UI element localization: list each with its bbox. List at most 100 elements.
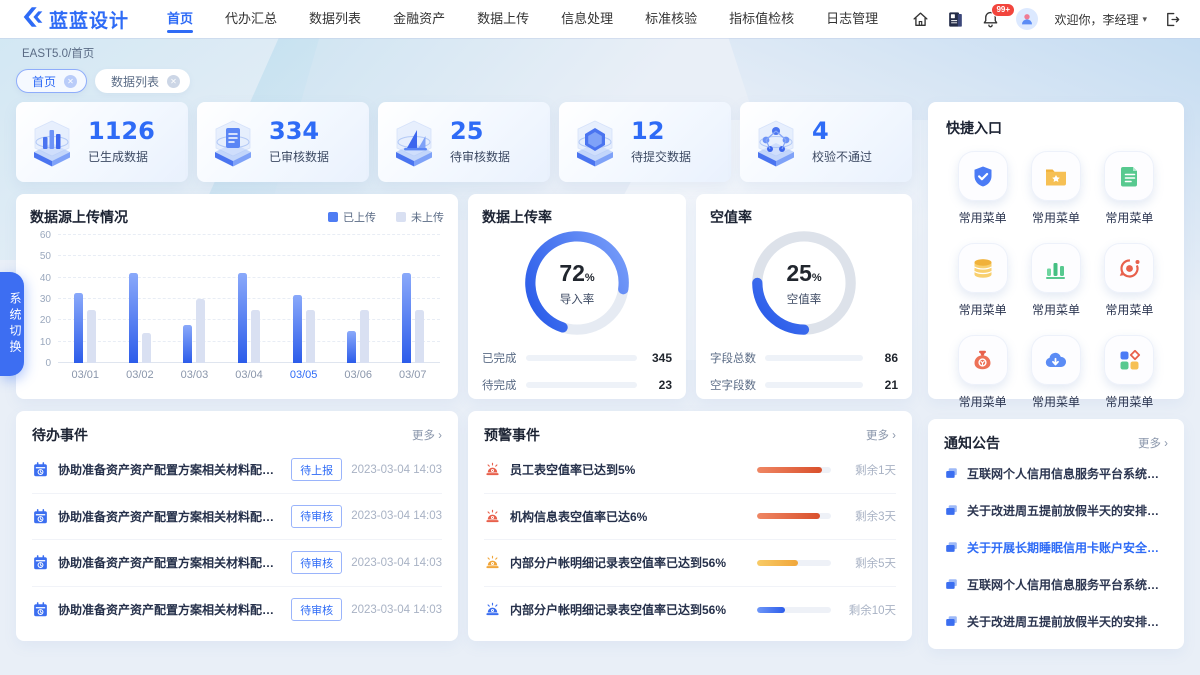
tab-chip-2[interactable]: 数据列表 ✕ bbox=[95, 69, 190, 93]
todo-row-3[interactable]: 协助准备资产资产配置方案相关材料配置方案待审核2023-03-04 14:03 bbox=[32, 540, 442, 587]
quick-entry-item-4[interactable]: 常用菜单 bbox=[958, 243, 1008, 318]
user-welcome[interactable]: 欢迎你，李经理 ▾ bbox=[1054, 11, 1147, 28]
notices-list: 互联网个人信用信息服务平台系统公告关于改进周五提前放假半天的安排通知关于开展长期… bbox=[944, 455, 1168, 640]
stat-texts: 1126已生成数据 bbox=[88, 119, 155, 165]
bar-group-03/05 bbox=[276, 235, 331, 363]
nav-item-5[interactable]: 数据上传 bbox=[461, 0, 545, 38]
quick-entry-item-1[interactable]: 常用菜单 bbox=[958, 151, 1008, 226]
upload-rate-rows: 已完成345待完成23 bbox=[482, 350, 672, 393]
not-uploaded-bar bbox=[196, 299, 205, 363]
stat-card-1[interactable]: 1126已生成数据 bbox=[16, 102, 188, 182]
uploaded-bar bbox=[74, 293, 83, 363]
cube-dots-icon bbox=[749, 115, 803, 169]
stat-card-5[interactable]: 4校验不通过 bbox=[740, 102, 912, 182]
close-icon[interactable]: ✕ bbox=[167, 75, 180, 88]
alert-row-4[interactable]: 内部分户帐明细记录表空值率已达到56%剩余10天 bbox=[484, 587, 896, 634]
logout-icon[interactable] bbox=[1163, 10, 1182, 29]
database-icon bbox=[958, 243, 1008, 293]
quick-entry-item-3[interactable]: 常用菜单 bbox=[1104, 151, 1154, 226]
chevron-down-icon: ▾ bbox=[1142, 14, 1147, 25]
not-uploaded-bar bbox=[142, 333, 151, 363]
logo-icon bbox=[18, 4, 44, 35]
notice-row-3[interactable]: 关于开展长期睡眠信用卡账户安全管理... bbox=[944, 529, 1168, 566]
cube-doc-icon bbox=[206, 115, 260, 169]
x-tick-label[interactable]: 03/02 bbox=[113, 369, 168, 385]
todo-time: 2023-03-04 14:03 bbox=[351, 464, 442, 476]
system-switch-tab[interactable]: 系统切换 bbox=[0, 272, 24, 376]
nav-item-9[interactable]: 日志管理 bbox=[810, 0, 894, 38]
quick-entry-item-7[interactable]: 常用菜单 bbox=[958, 335, 1008, 410]
gauge-caption: 导入率 bbox=[521, 291, 633, 307]
x-tick-label[interactable]: 03/01 bbox=[58, 369, 113, 385]
legend-item-1[interactable]: 已上传 bbox=[328, 209, 376, 225]
legend-label: 已上传 bbox=[343, 209, 376, 225]
todo-row-4[interactable]: 协助准备资产资产配置方案相关材料配置方案相关...待审核2023-03-04 1… bbox=[32, 587, 442, 634]
x-tick-label[interactable]: 03/04 bbox=[222, 369, 277, 385]
quick-entry-item-5[interactable]: 常用菜单 bbox=[1031, 243, 1081, 318]
nav-item-7[interactable]: 标准核验 bbox=[629, 0, 713, 38]
legend-swatch bbox=[396, 212, 406, 222]
notice-row-1[interactable]: 互联网个人信用信息服务平台系统公告 bbox=[944, 455, 1168, 492]
uploaded-bar bbox=[402, 273, 411, 363]
metric-value: 345 bbox=[646, 351, 672, 365]
chart-title: 数据源上传情况 bbox=[30, 207, 128, 227]
nav-item-3[interactable]: 数据列表 bbox=[293, 0, 377, 38]
quick-entry-item-2[interactable]: 常用菜单 bbox=[1031, 151, 1081, 226]
todo-row-2[interactable]: 协助准备资产资产配置方案相关材料配置方案相关...待审核2023-03-04 1… bbox=[32, 494, 442, 541]
stat-card-4[interactable]: 12待提交数据 bbox=[559, 102, 731, 182]
metric-row-1: 已完成345 bbox=[482, 350, 672, 366]
todo-more-link[interactable]: 更多 › bbox=[412, 427, 442, 443]
stat-label: 待提交数据 bbox=[631, 148, 691, 165]
todo-card: 待办事件 更多 › 协助准备资产资产配置方案相关材料配置方案待上报2023-03… bbox=[16, 411, 458, 641]
tab-chip-1[interactable]: 首页✕ bbox=[16, 69, 87, 93]
nav-item-1[interactable]: 首页 bbox=[151, 0, 209, 38]
quick-entry-item-6[interactable]: 常用菜单 bbox=[1104, 243, 1154, 318]
x-tick-label[interactable]: 03/03 bbox=[167, 369, 222, 385]
alert-row-1[interactable]: 员工表空值率已达到5%剩余1天 bbox=[484, 447, 896, 494]
quick-entry-item-8[interactable]: 常用菜单 bbox=[1031, 335, 1081, 410]
todo-row-1[interactable]: 协助准备资产资产配置方案相关材料配置方案待上报2023-03-04 14:03 bbox=[32, 447, 442, 494]
calendar-icon bbox=[32, 554, 49, 571]
quick-entry-item-9[interactable]: 常用菜单 bbox=[1104, 335, 1154, 410]
app-logo[interactable]: 蓝蓝设计 bbox=[18, 4, 129, 35]
x-tick-label[interactable]: 03/05 bbox=[276, 369, 331, 385]
shield-check-icon bbox=[958, 151, 1008, 201]
notice-row-4[interactable]: 互联网个人信用信息服务平台系统公告 bbox=[944, 566, 1168, 603]
charts-row: 数据源上传情况 已上传 未上传 010203040506003/0103/0203… bbox=[16, 194, 912, 399]
close-icon[interactable]: ✕ bbox=[64, 75, 77, 88]
metric-track bbox=[526, 382, 638, 388]
alarm-icon bbox=[484, 601, 501, 618]
avatar[interactable] bbox=[1016, 8, 1038, 30]
metric-track bbox=[526, 355, 638, 361]
bar-group-03/06 bbox=[331, 235, 386, 363]
notice-row-5[interactable]: 关于改进周五提前放假半天的安排通知 bbox=[944, 603, 1168, 640]
stat-card-2[interactable]: 334已审核数据 bbox=[197, 102, 369, 182]
notice-text: 互联网个人信用信息服务平台系统公告 bbox=[967, 465, 1168, 482]
nav-item-2[interactable]: 代办汇总 bbox=[209, 0, 293, 38]
not-uploaded-bar bbox=[251, 310, 260, 363]
x-tick-label[interactable]: 03/07 bbox=[385, 369, 440, 385]
home-icon[interactable] bbox=[911, 10, 930, 29]
y-tick-label: 50 bbox=[40, 251, 51, 262]
nav-item-8[interactable]: 指标值检核 bbox=[713, 0, 810, 38]
legend-item-2[interactable]: 未上传 bbox=[396, 209, 444, 225]
upload-bar-plot: 010203040506003/0103/0203/0303/0403/0503… bbox=[58, 231, 444, 385]
stat-card-3[interactable]: 25待审核数据 bbox=[378, 102, 550, 182]
x-tick-label[interactable]: 03/06 bbox=[331, 369, 386, 385]
manual-book-icon[interactable] bbox=[946, 10, 965, 29]
metric-track bbox=[765, 355, 863, 361]
null-rate-gauge: 25% 空值率 bbox=[748, 227, 860, 339]
alerts-more-link[interactable]: 更多 › bbox=[866, 427, 896, 443]
alert-row-3[interactable]: 内部分户帐明细记录表空值率已达到56%剩余5天 bbox=[484, 540, 896, 587]
alarm-icon bbox=[484, 508, 501, 525]
nav-item-4[interactable]: 金融资产 bbox=[377, 0, 461, 38]
notices-more-link[interactable]: 更多 › bbox=[1138, 435, 1168, 451]
alert-row-2[interactable]: 机构信息表空值率已达6%剩余3天 bbox=[484, 494, 896, 541]
status-badge: 待审核 bbox=[291, 505, 342, 528]
logo-text: 蓝蓝设计 bbox=[49, 6, 129, 33]
quick-entry-label: 常用菜单 bbox=[959, 209, 1007, 226]
nav-item-6[interactable]: 信息处理 bbox=[545, 0, 629, 38]
notice-row-2[interactable]: 关于改进周五提前放假半天的安排通知 bbox=[944, 492, 1168, 529]
notification-bell-icon[interactable]: 99+ bbox=[981, 10, 1000, 29]
tab-chip-label: 数据列表 bbox=[111, 73, 159, 90]
